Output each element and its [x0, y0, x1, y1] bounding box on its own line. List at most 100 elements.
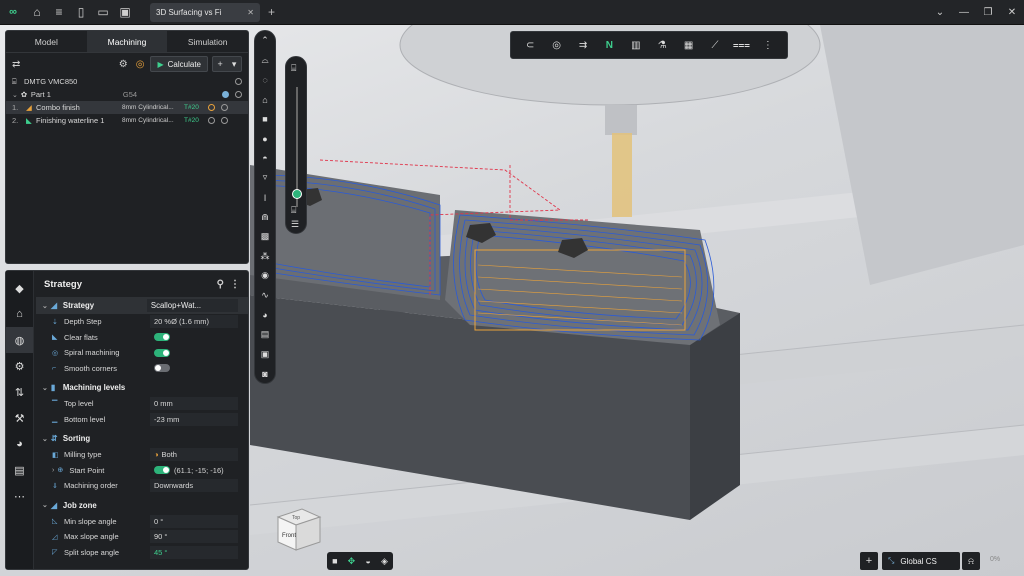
chevron-down-icon[interactable]: ⌄ [42, 501, 48, 509]
stock-tower-icon[interactable]: ⩶ [728, 40, 754, 51]
depth-step-input[interactable]: 20 %Ø (1.6 mm) [150, 315, 238, 329]
chevron-down-icon[interactable]: ⌄ [42, 384, 48, 392]
part-show-icon[interactable]: ● [255, 129, 275, 149]
link-icon[interactable]: ⇄ [12, 59, 20, 70]
max-slope-input[interactable]: 90 ° [150, 530, 238, 544]
start-point-toggle[interactable] [154, 466, 170, 475]
gear-icon[interactable]: ⚙ [6, 353, 33, 379]
coordinate-system-select[interactable]: ⤡ Global CS [882, 552, 960, 570]
milling-type-select[interactable]: ◑ Both [150, 448, 238, 462]
visibility-icon[interactable] [235, 91, 242, 98]
split-slope-input[interactable]: 45 ° [150, 545, 238, 559]
setup-sheet-icon[interactable]: ▦ [675, 40, 701, 51]
level-slider[interactable]: ⌸ ⌸ ☰ [285, 56, 307, 234]
post-icon[interactable]: ▤ [6, 457, 33, 483]
tool-icon[interactable]: ⚒ [6, 405, 33, 431]
search-icon[interactable]: ⚲ [217, 279, 224, 290]
smooth-corners-toggle[interactable] [154, 364, 170, 373]
machining-levels-section[interactable]: ⌄ ▮ Machining levels [36, 379, 248, 396]
restore-icon[interactable]: ❐ [976, 7, 1000, 18]
fill-icon[interactable]: ◕ [255, 305, 275, 325]
open-folder-icon[interactable]: ▭ [92, 0, 114, 25]
machining-order-select[interactable]: Downwards [150, 479, 238, 493]
machine-row[interactable]: ⌸ DMTG VMC850 [6, 75, 248, 88]
menu-icon[interactable]: ≡ [48, 0, 70, 25]
shading-icon[interactable]: ◒ [365, 556, 370, 566]
chevron-down-icon[interactable]: ⌄ [928, 7, 952, 18]
gear-icon[interactable]: ⚙ [119, 59, 128, 70]
more-icon[interactable]: ⋯ [6, 483, 33, 509]
transform-icon[interactable]: ⇉ [570, 40, 596, 51]
strategy-row[interactable]: ⌄ ◢ Strategy Scallop+Wat... [36, 297, 248, 314]
add-cs-button[interactable]: + [860, 552, 878, 570]
chevron-up-icon[interactable]: ⌃ [255, 31, 275, 51]
spiral-toggle[interactable] [154, 348, 170, 357]
machine-show-icon[interactable]: ▩ [255, 227, 275, 247]
geometry-icon[interactable]: ◆ [6, 275, 33, 301]
home-icon[interactable]: ⌂ [26, 0, 48, 25]
tab-machining[interactable]: Machining [86, 31, 168, 52]
grid-icon[interactable]: ⁂ [255, 247, 275, 267]
stock-box-icon[interactable]: ■ [255, 109, 275, 129]
nc-code-icon[interactable]: N [596, 40, 622, 51]
close-window-icon[interactable]: ✕ [1000, 7, 1024, 18]
add-operation-button[interactable]: + ▾ [212, 56, 242, 72]
clear-flats-toggle[interactable] [154, 333, 170, 342]
top-level-input[interactable]: 0 mm [150, 397, 238, 411]
dots-grid-icon[interactable]: ⋮ [755, 40, 781, 51]
book-icon[interactable]: ▤ [255, 325, 275, 345]
tool-library-icon[interactable]: ⚗ [649, 40, 675, 51]
min-slope-input[interactable]: 0 ° [150, 514, 238, 528]
report-icon[interactable]: ▥ [623, 40, 649, 51]
strategy-icon[interactable]: ◍ [6, 327, 33, 353]
tab-simulation[interactable]: Simulation [167, 31, 248, 52]
sorting-section[interactable]: ⌄ ⇵ Sorting [36, 430, 248, 447]
chevron-down-icon[interactable]: ⌄ [12, 91, 18, 99]
visibility-icon[interactable] [221, 104, 228, 111]
part-row[interactable]: ⌄ ✿ Part 1 G54 [6, 88, 248, 101]
slider-handle[interactable] [292, 189, 302, 199]
measure-icon[interactable]: ◎ [543, 40, 569, 51]
visibility-icon[interactable] [235, 78, 242, 85]
job-zone-section[interactable]: ⌄ ◢ Job zone [36, 497, 248, 514]
axes-icon[interactable]: ✥ [348, 556, 356, 567]
chat-icon[interactable]: ◙ [255, 364, 275, 384]
bottom-level-input[interactable]: -23 mm [150, 412, 238, 426]
chart-icon[interactable]: ⟋ [702, 40, 728, 51]
new-tab-button[interactable]: + [268, 5, 275, 19]
fixture-icon[interactable]: ◓ [255, 149, 275, 169]
more-vertical-icon[interactable]: ⋮ [230, 279, 240, 290]
feeds-icon[interactable]: ◕ [6, 431, 33, 457]
minimize-icon[interactable]: — [952, 7, 976, 18]
save-icon[interactable]: ▣ [114, 0, 136, 25]
fixture-show-icon[interactable]: ⋒ [255, 207, 275, 227]
visibility-dot-icon[interactable]: ◉ [255, 266, 275, 286]
operation-row[interactable]: 2. ◣ Finishing waterline 1 8mm Cylindric… [6, 114, 248, 127]
linking-icon[interactable]: ⇅ [6, 379, 33, 405]
holder-icon[interactable]: ⌓ [255, 51, 275, 71]
notifications-bell-icon[interactable]: ⍾ [962, 552, 980, 570]
close-tab-icon[interactable]: ✕ [247, 8, 254, 17]
chevron-right-icon[interactable]: › [52, 467, 54, 474]
wave-icon[interactable]: ∿ [255, 286, 275, 306]
square-view-icon[interactable]: ■ [332, 556, 337, 566]
visibility-icon[interactable] [221, 117, 228, 124]
view-cube[interactable]: Top Front [276, 508, 322, 551]
holder-outline-icon[interactable]: ◌ [255, 70, 275, 90]
chevron-down-icon[interactable]: ⌄ [42, 435, 48, 443]
calculate-button[interactable]: ▶ Calculate [150, 56, 208, 72]
new-file-icon[interactable]: ▯ [70, 0, 92, 25]
strategy-select[interactable]: Scallop+Wat... [146, 299, 238, 312]
start-point-value[interactable]: (61.1; -15; -16) [174, 466, 224, 475]
layers-icon[interactable]: ◈ [381, 556, 388, 567]
tool-show-alt-icon[interactable]: ǀ [255, 188, 275, 208]
operation-row[interactable]: 1. ◢ Combo finish 8mm Cylindrical... T#2… [6, 101, 248, 114]
chevron-down-icon[interactable]: ⌄ [42, 302, 48, 310]
document-tab[interactable]: 3D Surfacing vs Fi ✕ [150, 2, 260, 22]
stock-icon[interactable]: ⌂ [6, 301, 33, 327]
slider-settings-icon[interactable]: ☰ [291, 219, 299, 230]
magnet-icon[interactable]: ⊂ [517, 40, 543, 51]
target-icon[interactable]: ◎ [136, 59, 145, 70]
frame-icon[interactable]: ▣ [255, 345, 275, 365]
tool-assembly-icon[interactable]: ⌂ [255, 90, 275, 110]
